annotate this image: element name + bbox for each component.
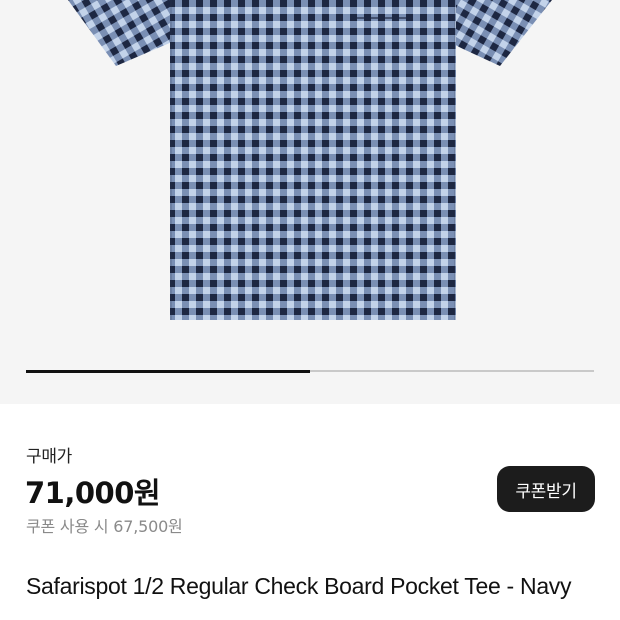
purchase-price-label: 구매가 bbox=[26, 447, 73, 467]
carousel-progress-fill bbox=[26, 369, 310, 373]
product-title: Safarispot 1/2 Regular Check Board Pocke… bbox=[26, 573, 572, 599]
get-coupon-button[interactable]: 쿠폰받기 bbox=[497, 466, 595, 512]
right-sleeve bbox=[448, 0, 552, 66]
product-detail-page: 구매가 71,000원 쿠폰 사용 시 67,500원 쿠폰받기 Safaris… bbox=[0, 0, 620, 620]
product-image-carousel[interactable] bbox=[0, 0, 620, 404]
product-price: 71,000원 bbox=[25, 476, 161, 510]
carousel-progress-track bbox=[26, 369, 594, 373]
product-image bbox=[68, 0, 552, 320]
coupon-applied-price: 쿠폰 사용 시 67,500원 bbox=[26, 517, 183, 536]
left-sleeve bbox=[68, 0, 172, 66]
shirt-body bbox=[170, 0, 456, 320]
